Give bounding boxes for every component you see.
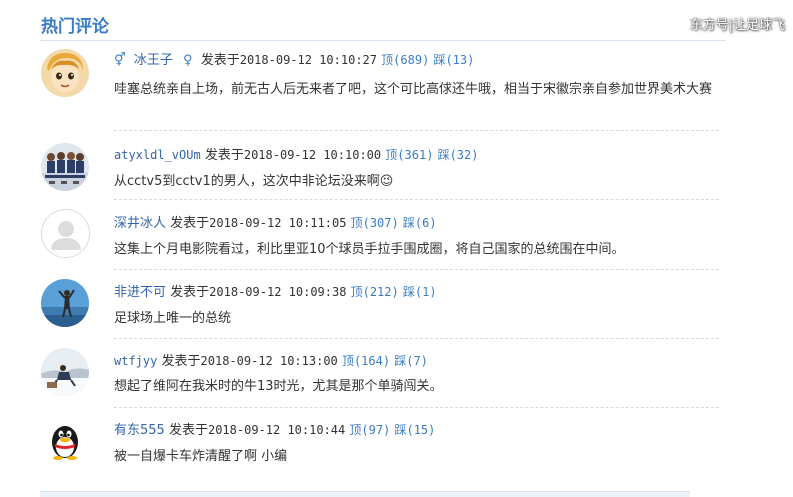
gender-icon: ⚥ [114,53,126,68]
post-time: 2018-09-12 10:13:00 [200,354,338,368]
post-time: 2018-09-12 10:10:00 [243,148,382,162]
avatar[interactable] [41,417,89,465]
avatar[interactable] [41,209,90,258]
upvote-button[interactable]: 顶(361) [385,148,433,162]
downvote-label: 踩 [402,216,415,230]
downvote-count: (15) [406,423,436,437]
watermark: 东方号|让足球飞 [689,18,785,33]
upvote-count: (212) [362,285,399,299]
upvote-label: 顶 [349,423,362,437]
upvote-count: (97) [361,423,391,437]
username-link[interactable]: wtfjyy [114,354,157,368]
downvote-count: (32) [449,148,479,162]
post-time: 2018-09-12 10:11:05 [209,216,347,230]
downvote-count: (13) [445,53,475,67]
avatar[interactable] [41,348,89,396]
snow-photo-avatar-icon [41,348,89,396]
posted-at-label: 发表于 [168,423,208,438]
downvote-button[interactable]: 踩(7) [394,354,428,368]
upvote-label: 顶 [385,148,398,162]
hot-comments-panel: 热门评论 东方号|让足球飞 ⚥ 冰王子 ♀ 发表于2018-09-12 10:1… [0,0,793,497]
avatar[interactable] [41,49,89,97]
upvote-button[interactable]: 顶(689) [381,53,429,67]
downvote-count: (7) [406,354,428,368]
username-link[interactable]: 非进不可 [114,285,166,300]
comment-content: 这集上个月电影院看过，利比里亚10个球员手拉手围成圈，将自己国家的总统围在中间。 [114,242,625,257]
post-time: 2018-09-12 10:10:44 [207,423,346,437]
downvote-button[interactable]: 踩(6) [403,216,437,230]
bottom-bar [40,491,690,497]
default-user-avatar-icon [42,210,89,257]
comment-content: 被一自爆卡车炸清醒了啊 小编 [114,449,288,464]
upvote-label: 顶 [350,216,363,230]
comment-meta: 深井冰人 发表于2018-09-12 10:11:05 顶(307) 踩(6) [114,215,437,232]
downvote-label: 踩 [433,53,446,67]
comment-item: 非进不可 发表于2018-09-12 10:09:38 顶(212) 踩(1) … [0,270,793,339]
posted-at-label: 发表于 [200,53,240,68]
comment-content: 从cctv5到cctv1的男人，这次中非论坛没来啊😉 [114,174,394,189]
comment-item: 有东555 发表于2018-09-12 10:10:44 顶(97) 踩(15)… [0,408,793,477]
username-link[interactable]: 深井冰人 [114,216,166,231]
posted-at-label: 发表于 [204,148,244,163]
downvote-count: (6) [414,216,437,230]
upvote-button[interactable]: 顶(164) [342,354,390,368]
female-icon: ♀ [183,53,193,68]
comment-divider [114,199,719,200]
comment-content: 想起了维阿在我米时的牛13时光，尤其是那个单骑闯关。 [114,379,443,394]
comment-item: atyxldl_vOUm 发表于2018-09-12 10:10:00 顶(36… [0,131,793,200]
downvote-button[interactable]: 踩(15) [394,423,435,437]
upvote-count: (164) [353,354,391,368]
team-photo-avatar-icon [41,143,89,191]
upvote-count: (689) [393,53,430,67]
downvote-button[interactable]: 踩(32) [438,148,479,162]
avatar[interactable] [41,279,89,327]
upvote-count: (307) [362,216,399,230]
downvote-label: 踩 [394,423,407,437]
comment-content: 哇塞总统亲自上场，前无古人后无来者了吧，这个可比高俅还牛哦，相当于宋徽宗亲自参加… [114,82,713,97]
qq-penguin-avatar-icon [41,417,89,465]
comment-meta: 有东555 发表于2018-09-12 10:10:44 顶(97) 踩(15) [114,422,435,439]
username-link[interactable]: atyxldl_vOUm [114,148,201,162]
section-title: 热门评论 [41,17,109,37]
username-link[interactable]: 有东555 [114,423,165,438]
posted-at-label: 发表于 [161,354,201,369]
upvote-button[interactable]: 顶(307) [351,216,399,230]
downvote-label: 踩 [402,285,415,299]
username-link[interactable]: 冰王子 [134,53,173,68]
comment-meta: ⚥ 冰王子 ♀ 发表于2018-09-12 10:10:27 顶(689) 踩(… [114,52,474,69]
comment-meta: 非进不可 发表于2018-09-12 10:09:38 顶(212) 踩(1) [114,284,437,301]
downvote-button[interactable]: 踩(1) [403,285,437,299]
comment-item: wtfjyy 发表于2018-09-12 10:13:00 顶(164) 踩(7… [0,339,793,408]
avatar[interactable] [41,143,89,191]
beach-figure-avatar-icon [41,279,89,327]
posted-at-label: 发表于 [170,285,210,300]
upvote-count: (361) [397,148,434,162]
posted-at-label: 发表于 [170,216,210,231]
comment-item: ⚥ 冰王子 ♀ 发表于2018-09-12 10:10:27 顶(689) 踩(… [0,41,793,131]
cartoon-boy-avatar-icon [41,49,89,97]
comment-content: 足球场上唯一的总统 [114,311,232,326]
upvote-label: 顶 [381,53,394,67]
upvote-button[interactable]: 顶(212) [351,285,399,299]
upvote-label: 顶 [341,354,354,368]
comment-meta: atyxldl_vOUm 发表于2018-09-12 10:10:00 顶(36… [114,147,478,164]
upvote-button[interactable]: 顶(97) [349,423,390,437]
downvote-count: (1) [414,285,437,299]
post-time: 2018-09-12 10:10:27 [239,53,378,67]
downvote-button[interactable]: 踩(13) [433,53,474,67]
comment-item: 深井冰人 发表于2018-09-12 10:11:05 顶(307) 踩(6) … [0,201,793,270]
downvote-label: 踩 [437,148,450,162]
post-time: 2018-09-12 10:09:38 [209,285,347,299]
comment-meta: wtfjyy 发表于2018-09-12 10:13:00 顶(164) 踩(7… [114,353,428,370]
downvote-label: 踩 [394,354,407,368]
upvote-label: 顶 [350,285,363,299]
